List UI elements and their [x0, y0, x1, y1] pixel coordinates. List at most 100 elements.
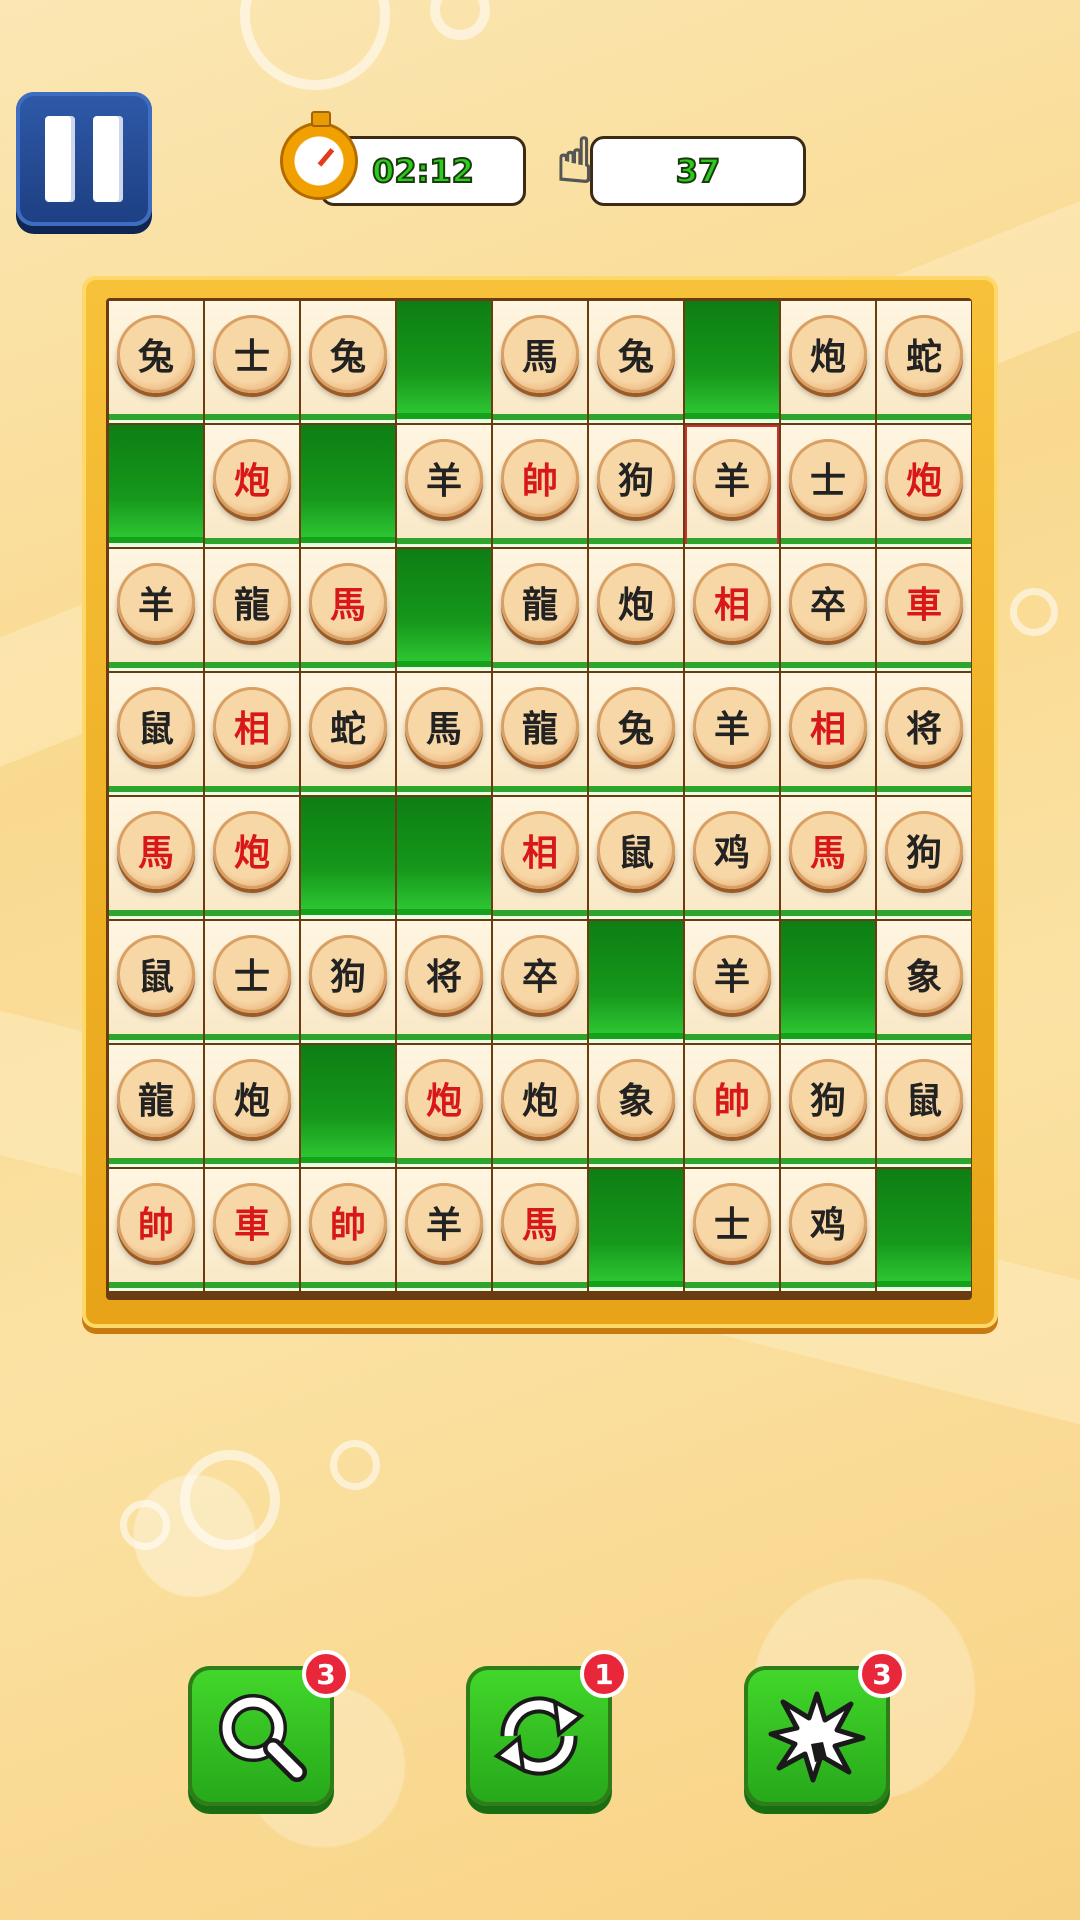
tile[interactable]: 狗 — [589, 425, 683, 547]
board-cell[interactable]: 羊 — [109, 549, 203, 671]
board-cell[interactable]: 炮 — [877, 425, 971, 547]
tile[interactable]: 鸡 — [685, 797, 779, 919]
shuffle-button[interactable]: 1 — [466, 1650, 628, 1806]
board-cell[interactable]: 帥 — [685, 1045, 779, 1167]
board-cell[interactable]: 炮 — [205, 797, 299, 919]
board-cell[interactable]: 炮 — [205, 1045, 299, 1167]
tile[interactable]: 馬 — [493, 1169, 587, 1291]
board-cell[interactable]: 象 — [877, 921, 971, 1043]
tile[interactable]: 炮 — [205, 797, 299, 919]
board-cell[interactable]: 鼠 — [109, 673, 203, 795]
tile[interactable]: 帥 — [685, 1045, 779, 1167]
board-cell[interactable]: 卒 — [781, 549, 875, 671]
tile[interactable]: 士 — [205, 921, 299, 1043]
tile[interactable]: 将 — [877, 673, 971, 795]
tile[interactable]: 相 — [493, 797, 587, 919]
board-cell[interactable]: 鼠 — [589, 797, 683, 919]
tile[interactable]: 相 — [205, 673, 299, 795]
tile[interactable]: 帥 — [109, 1169, 203, 1291]
board-cell[interactable]: 士 — [781, 425, 875, 547]
board-cell[interactable]: 狗 — [781, 1045, 875, 1167]
tile[interactable]: 龍 — [109, 1045, 203, 1167]
board-cell[interactable]: 士 — [685, 1169, 779, 1291]
selected-tile[interactable]: 羊 — [685, 425, 779, 547]
board-cell[interactable]: 蛇 — [877, 301, 971, 423]
board-cell[interactable]: 兔 — [589, 673, 683, 795]
tile[interactable]: 士 — [781, 425, 875, 547]
tile[interactable]: 馬 — [781, 797, 875, 919]
board-cell[interactable]: 車 — [205, 1169, 299, 1291]
tile[interactable]: 士 — [205, 301, 299, 423]
board-cell[interactable]: 龍 — [205, 549, 299, 671]
board-cell[interactable]: 帥 — [109, 1169, 203, 1291]
tile[interactable]: 卒 — [781, 549, 875, 671]
board-cell[interactable]: 狗 — [877, 797, 971, 919]
tile[interactable]: 炮 — [397, 1045, 491, 1167]
board-cell[interactable]: 相 — [205, 673, 299, 795]
tile[interactable]: 羊 — [109, 549, 203, 671]
board-cell[interactable]: 馬 — [781, 797, 875, 919]
board-cell[interactable]: 龍 — [109, 1045, 203, 1167]
board-cell[interactable]: 炮 — [589, 549, 683, 671]
pause-button[interactable] — [16, 92, 152, 226]
tile[interactable]: 士 — [685, 1169, 779, 1291]
board-cell[interactable]: 炮 — [205, 425, 299, 547]
tile[interactable]: 炮 — [493, 1045, 587, 1167]
tile[interactable]: 狗 — [877, 797, 971, 919]
tile[interactable]: 炮 — [877, 425, 971, 547]
board-cell[interactable]: 狗 — [589, 425, 683, 547]
board-cell[interactable]: 鸡 — [781, 1169, 875, 1291]
board-cell[interactable]: 羊 — [685, 673, 779, 795]
tile[interactable]: 炮 — [589, 549, 683, 671]
board-cell[interactable]: 将 — [397, 921, 491, 1043]
board-cell[interactable]: 炮 — [493, 1045, 587, 1167]
tile[interactable]: 龍 — [493, 549, 587, 671]
tile[interactable]: 鼠 — [877, 1045, 971, 1167]
board-cell[interactable]: 蛇 — [301, 673, 395, 795]
board-cell[interactable]: 兔 — [589, 301, 683, 423]
board-cell[interactable]: 象 — [589, 1045, 683, 1167]
tile[interactable]: 馬 — [397, 673, 491, 795]
board-cell[interactable]: 羊 — [397, 425, 491, 547]
tile[interactable]: 卒 — [493, 921, 587, 1043]
tile[interactable]: 炮 — [205, 1045, 299, 1167]
tile[interactable]: 馬 — [493, 301, 587, 423]
tile[interactable]: 鼠 — [109, 673, 203, 795]
board-cell[interactable]: 羊 — [397, 1169, 491, 1291]
board-cell[interactable]: 羊 — [685, 921, 779, 1043]
board-cell[interactable]: 士 — [205, 301, 299, 423]
board-cell[interactable]: 車 — [877, 549, 971, 671]
tile[interactable]: 将 — [397, 921, 491, 1043]
board-cell[interactable]: 狗 — [301, 921, 395, 1043]
tile[interactable]: 兔 — [589, 673, 683, 795]
tile[interactable]: 鼠 — [589, 797, 683, 919]
board-cell[interactable]: 鼠 — [877, 1045, 971, 1167]
tile[interactable]: 兔 — [109, 301, 203, 423]
board-cell[interactable]: 馬 — [493, 1169, 587, 1291]
tile[interactable]: 馬 — [301, 549, 395, 671]
tile[interactable]: 鼠 — [109, 921, 203, 1043]
board-cell[interactable]: 馬 — [301, 549, 395, 671]
tile[interactable]: 羊 — [397, 1169, 491, 1291]
board-cell[interactable]: 将 — [877, 673, 971, 795]
tile[interactable]: 蛇 — [877, 301, 971, 423]
tile[interactable]: 象 — [589, 1045, 683, 1167]
board-cell[interactable]: 相 — [685, 549, 779, 671]
board-cell[interactable]: 馬 — [109, 797, 203, 919]
tile[interactable]: 蛇 — [301, 673, 395, 795]
tile[interactable]: 龍 — [205, 549, 299, 671]
board-cell[interactable]: 鸡 — [685, 797, 779, 919]
tile[interactable]: 狗 — [301, 921, 395, 1043]
board-cell[interactable]: 相 — [781, 673, 875, 795]
tile[interactable]: 兔 — [301, 301, 395, 423]
board-cell[interactable]: 炮 — [397, 1045, 491, 1167]
tile[interactable]: 羊 — [685, 921, 779, 1043]
tile[interactable]: 帥 — [301, 1169, 395, 1291]
board-cell[interactable]: 鼠 — [109, 921, 203, 1043]
board-cell[interactable]: 馬 — [397, 673, 491, 795]
board-cell[interactable]: 炮 — [781, 301, 875, 423]
board-cell[interactable]: 兔 — [301, 301, 395, 423]
board-cell[interactable]: 龍 — [493, 673, 587, 795]
board-cell[interactable]: 龍 — [493, 549, 587, 671]
board-cell[interactable]: 士 — [205, 921, 299, 1043]
